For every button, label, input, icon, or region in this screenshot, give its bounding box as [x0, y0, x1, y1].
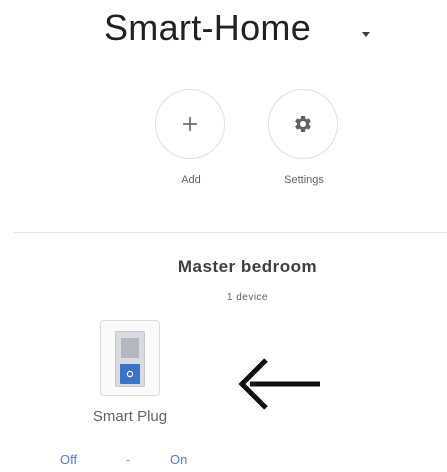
home-header: Smart-Home	[0, 6, 447, 52]
plus-icon	[183, 117, 197, 131]
caret-down-icon[interactable]	[362, 32, 370, 37]
add-label: Add	[181, 174, 201, 186]
power-dot-icon	[126, 370, 134, 378]
settings-label: Settings	[284, 174, 324, 186]
smart-plug-tile[interactable]	[100, 320, 160, 396]
controls-separator: -	[126, 452, 131, 467]
quick-actions: Add Settings	[0, 89, 447, 199]
gear-icon	[295, 115, 311, 132]
section-divider	[14, 232, 447, 233]
off-button[interactable]: Off	[60, 452, 77, 467]
settings-button-circle[interactable]	[268, 89, 338, 159]
plug-switch-knob	[120, 364, 140, 384]
on-button[interactable]: On	[170, 452, 187, 467]
smart-plug-icon	[115, 331, 145, 387]
add-button-circle[interactable]	[155, 89, 225, 159]
room-name: Master bedroom	[177, 257, 318, 276]
plug-switch-top	[121, 338, 139, 358]
add-button[interactable]: Add	[146, 89, 236, 193]
device-controls: Off - On	[0, 452, 447, 472]
home-title: Smart-Home	[104, 7, 312, 48]
left-arrow-icon	[238, 358, 320, 410]
device-name: Smart Plug	[92, 408, 168, 425]
room-device-count: 1 device	[226, 292, 269, 303]
settings-button[interactable]: Settings	[259, 89, 349, 193]
